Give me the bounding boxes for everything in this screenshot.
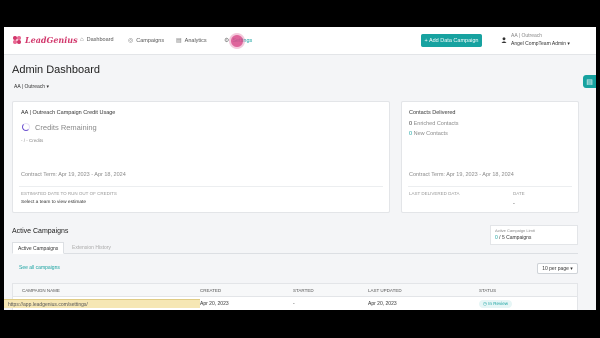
status-badge: ◷ In Review [479, 300, 512, 308]
click-indicator [231, 35, 243, 47]
nav-analytics[interactable]: ▤ Analytics [176, 37, 207, 45]
chat-icon: ▤ [586, 78, 593, 86]
status-bar-url: https://app.leadgenius.com/settings/ [4, 299, 200, 308]
enriched-count: 0 [409, 121, 413, 127]
nav-dashboard[interactable]: ⌂ Dashboard [80, 37, 114, 43]
logo-text: LeadGenius [25, 35, 78, 45]
caret-down-icon: ▾ [570, 265, 573, 272]
top-navbar: LeadGenius ⌂ Dashboard ◎ Campaigns ▤ Ana… [4, 27, 596, 55]
caret-down-icon: ▾ [46, 84, 49, 90]
col-status[interactable]: STATUS [479, 288, 496, 293]
team-select[interactable]: AA | Outreach ▾ [14, 84, 49, 90]
nav-campaigns-label: Campaigns [136, 37, 165, 44]
date-value: - [513, 201, 515, 207]
status-label: In Review [488, 301, 508, 306]
contract-term: Contract Term: Apr 19, 2023 - Apr 18, 20… [21, 172, 126, 178]
chevron-down-icon: ▾ [567, 41, 570, 47]
nav-dashboard-label: Dashboard [86, 37, 114, 43]
col-last-updated[interactable]: LAST UPDATED [368, 288, 402, 293]
contacts-delivered-card: Contacts Delivered 0 Enriched Contacts 0… [401, 101, 579, 213]
limit-total: / 5 Campaigns [499, 235, 532, 241]
user-icon [501, 37, 507, 43]
user-org: AA | Outreach [511, 33, 543, 39]
tab-extension-history[interactable]: Extension History [67, 242, 116, 254]
credit-card-title: AA | Outreach Campaign Credit Usage [21, 110, 116, 116]
active-campaigns-title: Active Campaigns [12, 228, 69, 235]
add-data-campaign-label: + Add Data Campaign [424, 37, 479, 44]
brand-logo[interactable]: LeadGenius [12, 35, 78, 45]
col-created[interactable]: CREATED [200, 288, 221, 293]
clock-icon: ◷ [483, 301, 487, 306]
chat-widget-button[interactable]: ▤ [583, 75, 596, 88]
credits-line: - / - Credits [21, 138, 44, 143]
contacts-contract-term: Contract Term: Apr 19, 2023 - Apr 18, 20… [409, 172, 514, 178]
date-label: DATE [513, 191, 525, 196]
add-data-campaign-button[interactable]: + Add Data Campaign [421, 34, 482, 47]
limit-count: 0 [495, 235, 498, 241]
divider [408, 186, 572, 187]
home-icon: ⌂ [80, 37, 84, 43]
limit-label: Active Campaign Limit [495, 228, 535, 233]
col-started[interactable]: STARTED [293, 288, 314, 293]
logo-icon [13, 36, 21, 44]
target-icon: ◎ [128, 38, 134, 44]
cell-last-updated: Apr 20, 2023 [368, 301, 397, 307]
page-title: Admin Dashboard [12, 64, 101, 76]
per-page-select[interactable]: 10 per page ▾ [537, 263, 578, 274]
table-header: CAMPAIGN NAME CREATED STARTED LAST UPDAT… [13, 284, 577, 297]
new-count: 0 [409, 131, 413, 137]
campaign-tabs: Active Campaigns Extension History [12, 242, 578, 254]
enriched-contacts: 0 Enriched Contacts [409, 121, 459, 127]
credits-remaining-label: Credits Remaining [35, 123, 97, 132]
credit-usage-card: AA | Outreach Campaign Credit Usage Cred… [12, 101, 390, 213]
nav-analytics-label: Analytics [184, 37, 207, 44]
team-select-label: AA | Outreach [14, 84, 46, 90]
app-window: LeadGenius ⌂ Dashboard ◎ Campaigns ▤ Ana… [4, 27, 596, 310]
estimate-value: Select a team to view estimate [21, 200, 87, 205]
divider [19, 186, 383, 187]
user-menu[interactable]: Angel CompTeam Admin ▾ [511, 41, 570, 47]
contacts-card-title: Contacts Delivered [409, 110, 456, 116]
cell-started: - [293, 301, 295, 307]
new-contacts: 0 New Contacts [409, 131, 448, 137]
last-delivered-label: LAST DELIVERED DATA [409, 191, 460, 196]
cell-created: Apr 20, 2023 [200, 301, 229, 307]
new-label: New Contacts [413, 131, 448, 137]
enriched-label: Enriched Contacts [413, 121, 459, 127]
nav-campaigns[interactable]: ◎ Campaigns [128, 37, 165, 45]
user-name: Angel CompTeam Admin [511, 41, 567, 47]
limit-value: 0 / 5 Campaigns [495, 235, 531, 241]
per-page-label: 10 per page [542, 265, 569, 272]
see-all-campaigns-link[interactable]: See all campaigns [19, 265, 60, 271]
gear-icon: ⚙ [224, 38, 230, 44]
estimate-label: ESTIMATED DATE TO RUN OUT OF CREDITS [21, 191, 117, 196]
loading-spinner-icon [22, 123, 30, 131]
tab-active-campaigns[interactable]: Active Campaigns [12, 242, 65, 254]
col-campaign-name[interactable]: CAMPAIGN NAME [22, 288, 60, 293]
chart-icon: ▤ [176, 38, 182, 44]
